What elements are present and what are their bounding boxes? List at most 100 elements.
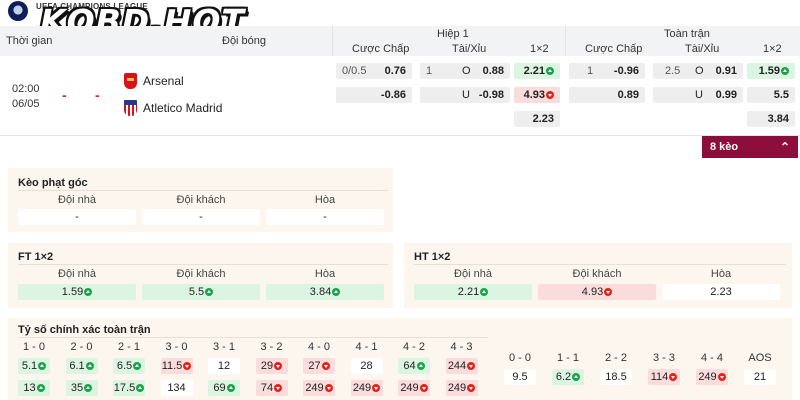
score-head: 3 - 2	[260, 341, 283, 353]
fulltime-header: Toàn trận	[664, 28, 710, 40]
live-score-away: -	[95, 87, 100, 103]
col-teams-header: Đội bóng	[222, 35, 267, 47]
score-odd-box[interactable]: 28	[350, 358, 383, 374]
score-odd-box[interactable]: 244	[445, 358, 478, 374]
corner-home-odd[interactable]: -	[18, 209, 136, 225]
draw-score-odd-box[interactable]: 249	[696, 369, 728, 385]
score-head: 4 - 1	[355, 341, 378, 353]
arrow-down-icon	[372, 384, 381, 392]
h1-x12-away[interactable]: 4.93	[514, 87, 560, 103]
arrow-down-icon	[321, 362, 330, 370]
score-odd-box[interactable]: 11.5	[160, 358, 193, 374]
away-team[interactable]: Atletico Madrid	[124, 99, 222, 117]
ft-x12-home[interactable]: 1.59	[747, 63, 795, 79]
h1-x12-draw[interactable]: 2.23	[514, 111, 560, 127]
score-odd-box[interactable]: 6.1	[65, 358, 98, 374]
arrow-down-icon	[546, 91, 554, 99]
ht12-home-odd[interactable]: 2.21	[414, 284, 532, 300]
champions-league-logo-icon	[8, 1, 28, 21]
score-odd-box[interactable]: 64	[398, 358, 430, 374]
score-odd-box[interactable]: 17.5	[113, 380, 145, 396]
arrow-down-icon	[467, 362, 476, 370]
ht12-head-draw: Hòa	[710, 268, 732, 280]
arrow-down-icon	[274, 384, 283, 392]
ft-over[interactable]: 2.5 O 0.91	[653, 63, 743, 79]
score-head: 2 - 0	[70, 341, 93, 353]
score-odd-box[interactable]: 74	[255, 380, 288, 396]
arrow-up-icon	[136, 384, 145, 392]
more-odds-button[interactable]: 8 kèo ⌃	[702, 136, 798, 158]
arrow-up-icon	[205, 288, 214, 296]
score-odd-box[interactable]: 35	[65, 380, 98, 396]
ft-x12-away[interactable]: 5.5	[747, 87, 795, 103]
score-head: 3 - 0	[165, 341, 188, 353]
atletico-crest-icon	[124, 100, 137, 116]
arrow-down-icon	[717, 373, 726, 381]
chevron-up-icon: ⌃	[779, 140, 790, 154]
h1-x12-home[interactable]: 2.21	[514, 63, 560, 79]
h1-handicap-away[interactable]: -0.86	[336, 87, 412, 103]
arrow-up-icon	[572, 373, 581, 381]
arrow-up-icon	[36, 384, 45, 392]
ht12-away-odd[interactable]: 4.93	[538, 284, 656, 300]
score-odd-box[interactable]: 249	[350, 380, 383, 396]
score-head: 4 - 3	[450, 341, 473, 353]
h1-handicap-home[interactable]: 0/0.5 0.76	[336, 63, 412, 79]
corner-away-odd[interactable]: -	[142, 209, 260, 225]
draw-score-head: 2 - 2	[604, 352, 627, 364]
arrow-up-icon	[480, 288, 489, 296]
draw-score-odd-box[interactable]: 9.5	[504, 369, 536, 385]
score-odd-box[interactable]: 13	[18, 380, 50, 396]
h1-over[interactable]: 1 O 0.88	[420, 63, 510, 79]
draw-score-odd-box[interactable]: 21	[744, 369, 776, 385]
ft12-head-home: Đội nhà	[58, 268, 96, 280]
arrow-up-icon	[416, 362, 425, 370]
corner-draw-odd[interactable]: -	[266, 209, 384, 225]
score-odd-box[interactable]: 249	[303, 380, 335, 396]
h1-under[interactable]: U -0.98	[420, 87, 510, 103]
ft-handicap-away[interactable]: 0.89	[569, 87, 645, 103]
arrow-down-icon	[669, 373, 678, 381]
ht-1x2-title: HT 1×2	[414, 251, 451, 263]
match-time: 02:00 06/05	[12, 83, 40, 110]
ht12-draw-odd[interactable]: 2.23	[662, 284, 780, 300]
ft12-home-odd[interactable]: 1.59	[18, 284, 136, 300]
col-time-header: Thời gian	[6, 35, 53, 47]
draw-score-head: 3 - 3	[652, 352, 675, 364]
ht12-head-away: Đội khách	[572, 268, 622, 280]
score-odd-box[interactable]: 27	[303, 358, 335, 374]
draw-score-odd-box[interactable]: 114	[648, 369, 680, 385]
draw-score-head: 1 - 1	[556, 352, 579, 364]
ht12-head-home: Đội nhà	[454, 268, 492, 280]
ft12-away-odd[interactable]: 5.5	[142, 284, 260, 300]
draw-score-head: 0 - 0	[508, 352, 531, 364]
score-odd-box[interactable]: 6.5	[113, 358, 145, 374]
home-team[interactable]: Arsenal	[124, 72, 184, 90]
draw-score-odd-box[interactable]: 18.5	[600, 369, 632, 385]
ft12-draw-odd[interactable]: 3.84	[266, 284, 384, 300]
h1-handicap-header: Cược Chấp	[352, 43, 410, 55]
arrow-up-icon	[781, 67, 789, 75]
draw-score-head: 4 - 4	[700, 352, 723, 364]
arrow-down-icon	[183, 362, 192, 370]
arrow-up-icon	[226, 384, 235, 392]
score-odd-box[interactable]: 249	[445, 380, 478, 396]
ft-handicap-home[interactable]: 1 -0.96	[569, 63, 645, 79]
ft-under[interactable]: U 0.99	[653, 87, 743, 103]
h1-ou-header: Tài/Xỉu	[452, 43, 487, 55]
score-odd-box[interactable]: 69	[208, 380, 240, 396]
score-odd-box[interactable]: 5.1	[18, 358, 50, 374]
score-odd-box[interactable]: 134	[160, 380, 193, 396]
draw-score-odd-box[interactable]: 6.2	[552, 369, 584, 385]
live-score-home: -	[62, 87, 67, 103]
ft-x12-draw[interactable]: 3.84	[747, 111, 795, 127]
score-odd-box[interactable]: 12	[208, 358, 240, 374]
ft-handicap-header: Cược Chấp	[585, 43, 643, 55]
h1-1x2-header: 1×2	[530, 43, 549, 55]
arrow-up-icon	[133, 362, 142, 370]
arrow-up-icon	[546, 67, 554, 75]
ft-1x2-header: 1×2	[763, 43, 782, 55]
ft-1x2-title: FT 1×2	[18, 251, 54, 263]
score-odd-box[interactable]: 249	[398, 380, 430, 396]
score-odd-box[interactable]: 29	[255, 358, 288, 374]
